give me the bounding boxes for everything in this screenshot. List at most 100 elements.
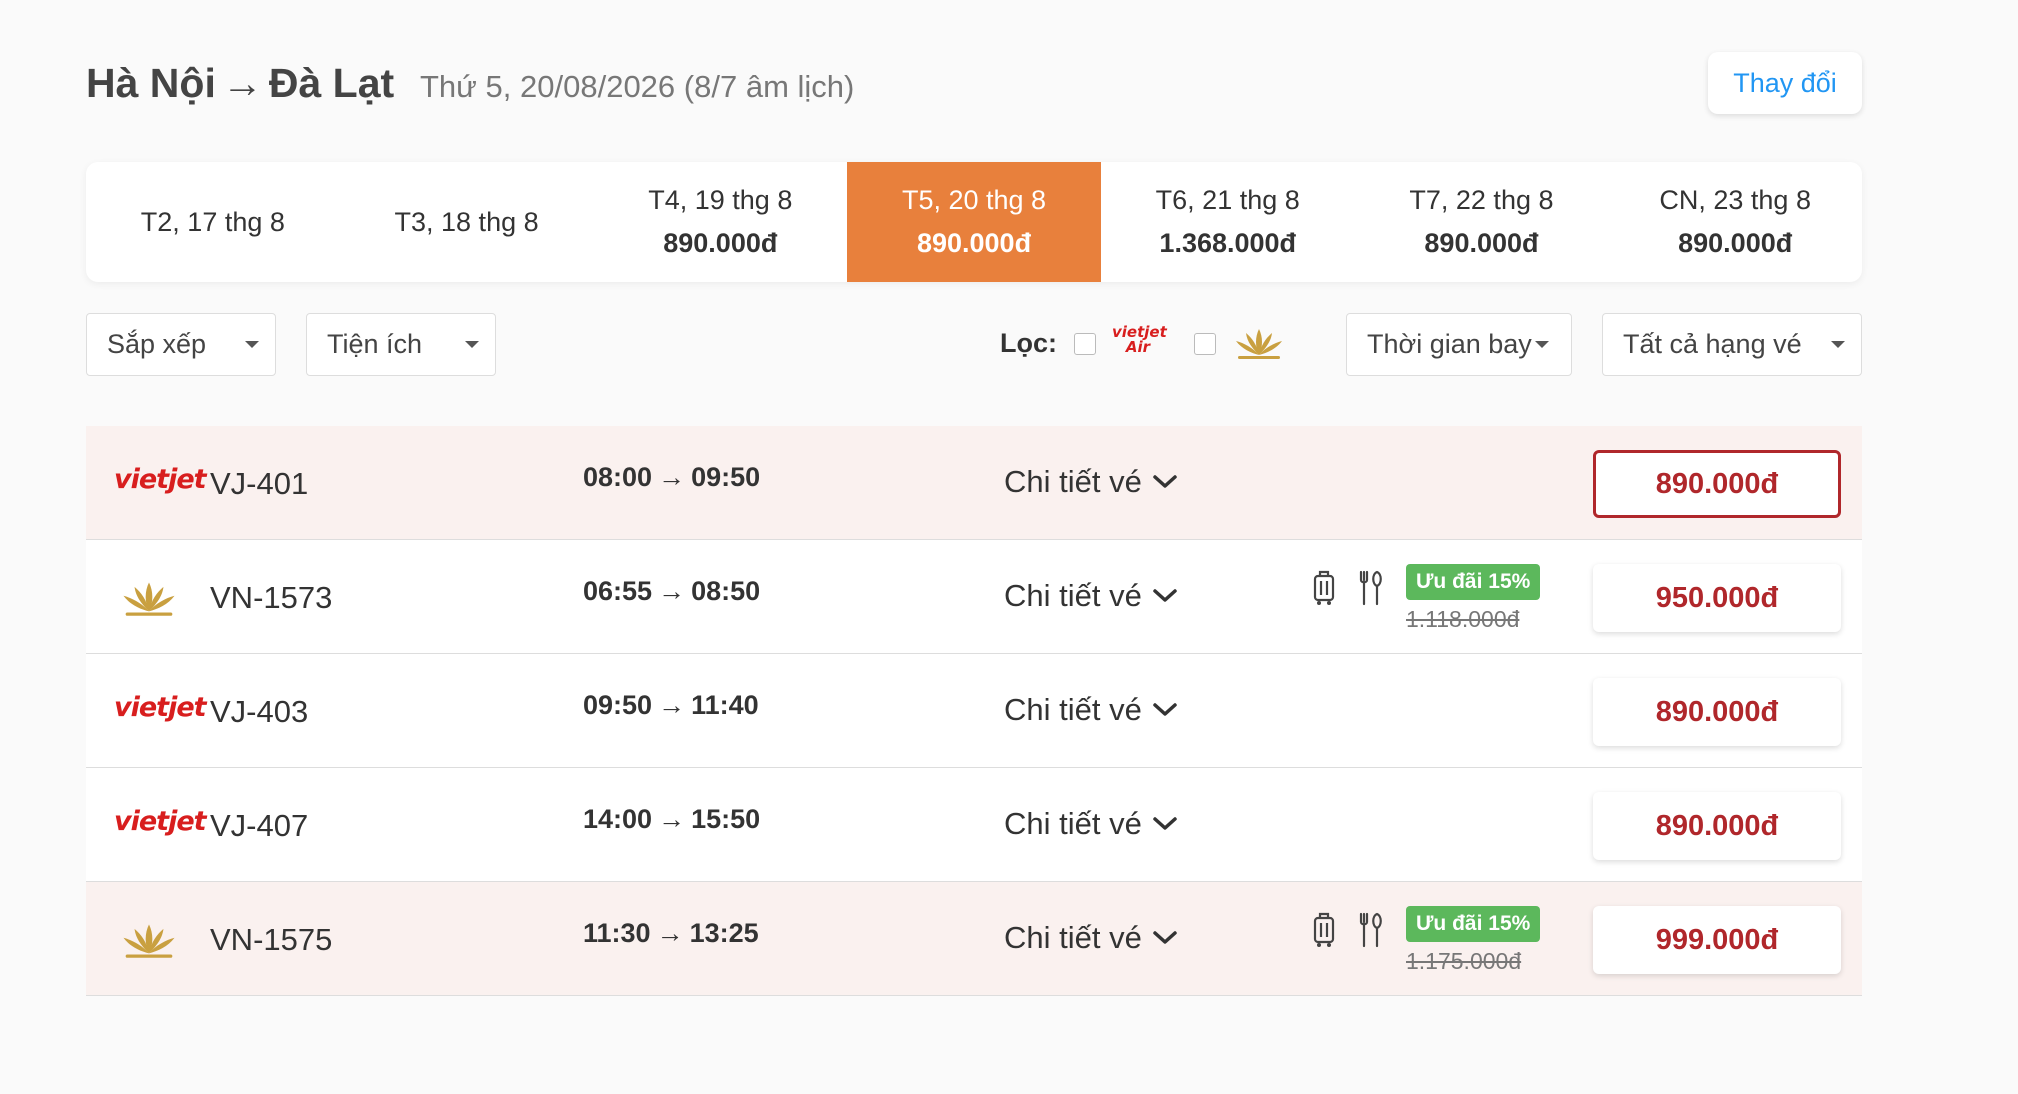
flight-time-dropdown[interactable]: Thời gian bay xyxy=(1346,313,1572,376)
vietjet-logo: vietjet xyxy=(114,806,207,846)
chevron-down-icon xyxy=(1153,589,1177,602)
destination-city: Đà Lạt xyxy=(268,60,395,106)
meal-icon xyxy=(1358,912,1384,953)
price-button[interactable]: 999.000đ xyxy=(1593,906,1841,974)
price-button[interactable]: 890.000đ xyxy=(1593,792,1841,860)
chevron-down-icon xyxy=(1153,817,1177,830)
price-button[interactable]: 890.000đ xyxy=(1593,678,1841,746)
ticket-detail-toggle[interactable]: Chi tiết vé xyxy=(1004,806,1178,842)
page-header: Hà Nội → Đà Lạt Thứ 5, 20/08/2026 (8/7 âm … xyxy=(86,52,1862,118)
chevron-down-icon xyxy=(245,341,259,348)
flight-number: VJ-403 xyxy=(210,694,309,729)
flight-time-label: Thời gian bay xyxy=(1367,329,1532,359)
route-arrow-icon: → xyxy=(221,60,263,106)
lotus-logo-icon xyxy=(114,578,190,618)
date-tab-label: T7, 22 thg 8 xyxy=(1409,185,1554,215)
travel-date: Thứ 5, 20/08/2026 xyxy=(420,69,676,104)
vietjet-logo: vietjet xyxy=(114,692,207,732)
vietjet-logo: vietjet Air xyxy=(1112,323,1167,356)
ticket-detail-toggle[interactable]: Chi tiết vé xyxy=(1004,578,1178,614)
lotus-logo-icon xyxy=(1232,325,1286,366)
flight-row[interactable]: vietjet VJ-401 08:00 → 09:50 Chi tiết vé 8… xyxy=(86,426,1862,540)
date-tab[interactable]: T2, 17 thg 8 xyxy=(86,162,340,282)
old-price: 1.118.000đ xyxy=(1406,606,1520,632)
ticket-detail-label: Chi tiết vé xyxy=(1004,806,1142,841)
date-tab[interactable]: T7, 22 thg 8 890.000đ xyxy=(1355,162,1609,282)
flight-times: 06:55 → 08:50 xyxy=(583,576,760,607)
luggage-icon xyxy=(1312,912,1336,953)
ticket-class-dropdown[interactable]: Tất cả hạng vé xyxy=(1602,313,1862,376)
date-tab-label: T3, 18 thg 8 xyxy=(394,206,539,237)
arrow-right-icon: → xyxy=(656,918,684,948)
depart-time: 08:00 xyxy=(583,462,653,492)
ticket-detail-label: Chi tiết vé xyxy=(1004,464,1142,499)
chevron-down-icon xyxy=(1153,931,1177,944)
date-tabs: T2, 17 thg 8 T3, 18 thg 8 T4, 19 thg 8 89… xyxy=(86,162,1862,282)
luggage-icon xyxy=(1312,570,1336,611)
date-tab[interactable]: CN, 23 thg 8 890.000đ xyxy=(1608,162,1862,282)
arrow-right-icon: → xyxy=(658,576,686,606)
change-search-button[interactable]: Thay đổi xyxy=(1708,52,1862,114)
lunar-date: (8/7 âm lịch) xyxy=(683,69,855,104)
vietjet-logo-text: vietjet xyxy=(114,464,207,495)
vietjet-logo-text: vietjet xyxy=(114,692,207,723)
ticket-class-label: Tất cả hạng vé xyxy=(1623,329,1802,359)
flight-times: 09:50 → 11:40 xyxy=(583,690,759,721)
arrive-time: 09:50 xyxy=(691,462,761,492)
ticket-detail-toggle[interactable]: Chi tiết vé xyxy=(1004,920,1178,956)
sort-label: Sắp xếp xyxy=(107,329,207,359)
date-tab-active[interactable]: T5, 20 thg 8 890.000đ xyxy=(847,162,1101,282)
arrive-time: 11:40 xyxy=(691,690,759,720)
vietnam-airlines-filter-checkbox[interactable] xyxy=(1194,333,1216,355)
ticket-detail-label: Chi tiết vé xyxy=(1004,578,1142,613)
depart-time: 06:55 xyxy=(583,576,653,606)
flight-row[interactable]: vietjet VJ-403 09:50 → 11:40 Chi tiết vé 8… xyxy=(86,654,1862,768)
vietjet-logo: vietjet xyxy=(114,464,207,504)
amenities-dropdown[interactable]: Tiện ích xyxy=(306,313,496,376)
flight-row[interactable]: VN-1573 06:55 → 08:50 Chi tiết vé Ưu đãi 1… xyxy=(86,540,1862,654)
flight-number: VN-1575 xyxy=(210,922,333,957)
date-tab-price: 890.000đ xyxy=(1424,228,1539,258)
flight-times: 11:30 → 13:25 xyxy=(583,918,759,949)
date-tab[interactable]: T6, 21 thg 8 1.368.000đ xyxy=(1101,162,1355,282)
arrive-time: 15:50 xyxy=(691,804,761,834)
origin-city: Hà Nội xyxy=(86,60,216,106)
route-title: Hà Nội → Đà Lạt xyxy=(86,60,394,107)
date-tab-price: 890.000đ xyxy=(916,228,1032,258)
date-tab-label: T6, 21 thg 8 xyxy=(1155,185,1300,215)
old-price: 1.175.000đ xyxy=(1406,948,1522,974)
arrive-time: 13:25 xyxy=(689,918,759,948)
price-button[interactable]: 950.000đ xyxy=(1593,564,1841,632)
date-tab-label: CN, 23 thg 8 xyxy=(1659,185,1811,215)
date-tab[interactable]: T3, 18 thg 8 xyxy=(340,162,594,282)
flight-row[interactable]: VN-1575 11:30 → 13:25 Chi tiết vé Ưu đãi 1… xyxy=(86,882,1862,996)
arrow-right-icon: → xyxy=(658,462,686,492)
date-tab-price: 890.000đ xyxy=(663,228,778,258)
arrow-right-icon: → xyxy=(658,804,686,834)
arrow-right-icon: → xyxy=(658,690,686,720)
date-tab[interactable]: T4, 19 thg 8 890.000đ xyxy=(593,162,847,282)
vietjet-filter-checkbox[interactable] xyxy=(1074,333,1096,355)
chevron-down-icon xyxy=(1535,341,1549,348)
ticket-detail-toggle[interactable]: Chi tiết vé xyxy=(1004,692,1178,728)
chevron-down-icon xyxy=(1153,475,1177,488)
ticket-detail-label: Chi tiết vé xyxy=(1004,692,1142,727)
chevron-down-icon xyxy=(1831,341,1845,348)
arrive-time: 08:50 xyxy=(691,576,761,606)
sort-dropdown[interactable]: Sắp xếp xyxy=(86,313,276,376)
depart-time: 09:50 xyxy=(583,690,653,720)
date-tab-label: T2, 17 thg 8 xyxy=(140,206,285,237)
date-tab-label: T4, 19 thg 8 xyxy=(648,185,793,215)
lotus-logo-icon xyxy=(114,920,190,960)
flight-number: VN-1573 xyxy=(210,580,333,615)
flight-times: 14:00 → 15:50 xyxy=(583,804,760,835)
chevron-down-icon xyxy=(465,341,479,348)
flight-number: VJ-407 xyxy=(210,808,309,843)
price-button[interactable]: 890.000đ xyxy=(1593,450,1841,518)
promo-badge: Ưu đãi 15% xyxy=(1406,564,1541,600)
flight-times: 08:00 → 09:50 xyxy=(583,462,760,493)
amenities-label: Tiện ích xyxy=(327,329,423,359)
chevron-down-icon xyxy=(1153,703,1177,716)
flight-row[interactable]: vietjet VJ-407 14:00 → 15:50 Chi tiết vé 8… xyxy=(86,768,1862,882)
ticket-detail-toggle[interactable]: Chi tiết vé xyxy=(1004,464,1178,500)
